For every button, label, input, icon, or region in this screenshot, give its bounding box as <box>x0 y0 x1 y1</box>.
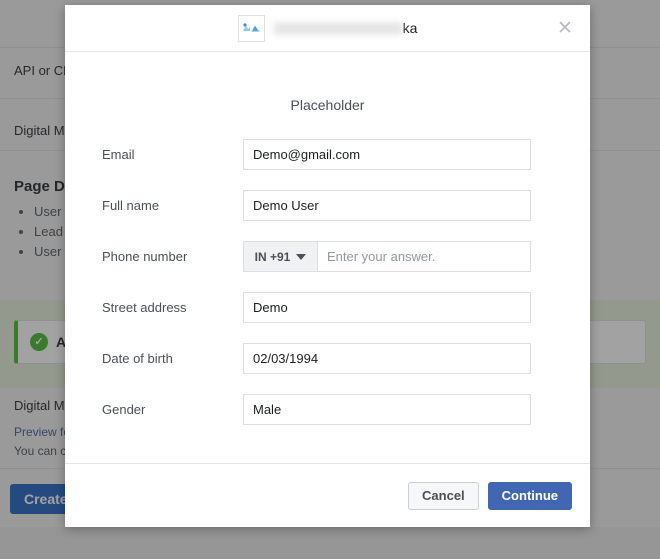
lead-form-preview-dialog: ka ✕ Placeholder Email Full name P <box>65 5 590 527</box>
phone-number-label: Phone number <box>102 249 188 264</box>
country-code-label: IN +91 <box>254 249 291 264</box>
phone-number-field[interactable] <box>318 241 531 272</box>
screen: API or CRM to receive data Digital Marke… <box>0 0 660 559</box>
date-of-birth-label: Date of birth <box>102 351 173 366</box>
form-fields: Email Full name Phone number IN +91 <box>65 139 590 425</box>
redacted-title <box>273 22 402 35</box>
date-of-birth-field[interactable] <box>243 343 531 374</box>
gender-field[interactable] <box>243 394 531 425</box>
close-icon[interactable]: ✕ <box>554 17 576 39</box>
dialog-title-group: ka <box>237 14 418 42</box>
street-address-field[interactable] <box>243 292 531 323</box>
dialog-title-suffix: ka <box>402 20 418 36</box>
gender-label: Gender <box>102 402 146 417</box>
form-title: Placeholder <box>290 97 365 113</box>
email-label: Email <box>102 147 135 162</box>
full-name-field[interactable] <box>243 190 531 221</box>
dialog-body: Placeholder Email Full name Phone number <box>65 52 590 463</box>
form-row-date-of-birth: Date of birth <box>102 343 590 374</box>
form-row-email: Email <box>102 139 590 170</box>
chevron-down-icon <box>296 253 307 260</box>
form-row-phone-number: Phone number IN +91 <box>102 241 590 272</box>
cancel-button[interactable]: Cancel <box>408 481 479 510</box>
dialog-footer: Cancel Continue <box>65 463 590 527</box>
page-thumbnail-icon <box>237 14 265 42</box>
dialog-title: ka <box>273 20 418 36</box>
form-row-street-address: Street address <box>102 292 590 323</box>
phone-input-group: IN +91 <box>243 241 531 272</box>
form-row-full-name: Full name <box>102 190 590 221</box>
continue-button[interactable]: Continue <box>487 481 572 510</box>
country-code-select[interactable]: IN +91 <box>243 241 318 272</box>
street-address-label: Street address <box>102 300 187 315</box>
full-name-label: Full name <box>102 198 160 213</box>
form-row-gender: Gender <box>102 394 590 425</box>
dialog-header: ka ✕ <box>65 5 590 52</box>
email-field[interactable] <box>243 139 531 170</box>
